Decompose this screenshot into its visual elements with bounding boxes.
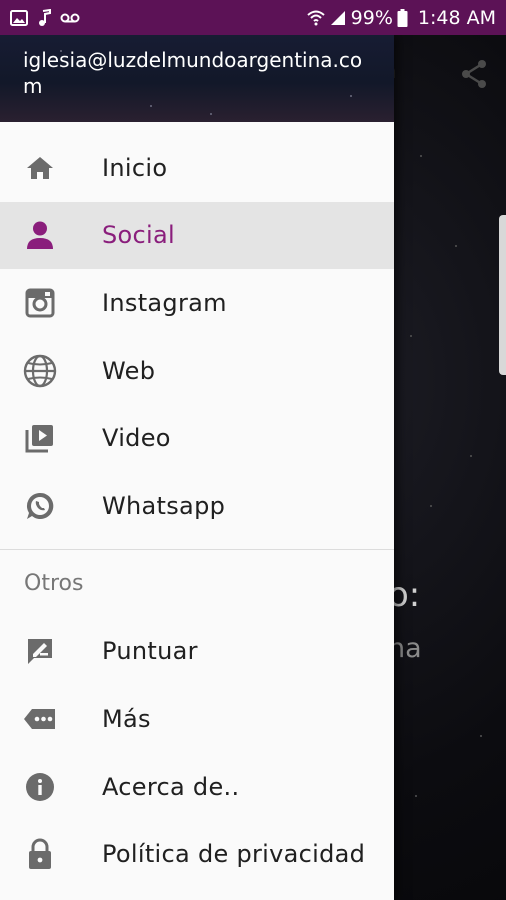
background-scroll-handle[interactable] — [499, 215, 506, 375]
menu-item-label: Más — [102, 704, 151, 733]
whatsapp-icon — [22, 488, 58, 524]
music-note-icon — [37, 8, 51, 27]
rate-review-icon — [22, 633, 58, 669]
lock-icon — [22, 836, 58, 872]
wifi-icon — [306, 10, 325, 26]
drawer-header: iglesia@luzdelmundoargentina.com — [0, 35, 394, 122]
home-icon — [22, 150, 58, 186]
moon-image — [398, 380, 438, 424]
menu-item-label: Acerca de.. — [102, 772, 240, 801]
menu-item-instagram[interactable]: Instagram — [0, 269, 394, 337]
menu-item-label: Inicio — [102, 153, 168, 182]
menu-item-label: Video — [102, 424, 171, 453]
video-library-icon — [22, 420, 58, 456]
share-icon[interactable] — [460, 59, 488, 93]
more-icon — [22, 701, 58, 737]
person-icon — [22, 217, 58, 253]
account-email: iglesia@luzdelmundoargentina.com — [23, 48, 363, 98]
menu-item-label: Social — [102, 221, 175, 250]
menu-item-politica-de-privacidad[interactable]: Política de privacidad — [0, 820, 394, 888]
image-notification-icon — [10, 9, 28, 26]
battery-icon — [397, 8, 408, 27]
navigation-drawer: iglesia@luzdelmundoargentina.com Inicio … — [0, 35, 394, 900]
menu-item-label: Web — [102, 356, 156, 385]
menu-item-social[interactable]: Social — [0, 201, 394, 270]
menu-item-label: Política de privacidad — [102, 840, 366, 869]
menu-item-whatsapp[interactable]: Whatsapp — [0, 472, 394, 540]
menu-item-label: Puntuar — [102, 637, 198, 666]
status-bar: 99% 1:48 AM — [0, 0, 506, 35]
section-header-otros: Otros — [24, 571, 84, 597]
voicemail-icon — [60, 12, 80, 24]
menu-item-puntuar[interactable]: Puntuar — [0, 618, 394, 686]
menu-item-video[interactable]: Video — [0, 404, 394, 472]
menu-item-label: Whatsapp — [102, 491, 226, 520]
drawer-other-menu: Puntuar Más Acerca de.. Política de priv… — [0, 618, 394, 888]
menu-item-mas[interactable]: Más — [0, 685, 394, 753]
menu-item-acerca-de[interactable]: Acerca de.. — [0, 753, 394, 821]
globe-icon — [22, 353, 58, 389]
signal-icon — [329, 10, 347, 26]
menu-item-web[interactable]: Web — [0, 337, 394, 405]
clock: 1:48 AM — [417, 6, 496, 29]
battery-percentage: 99% — [350, 6, 393, 29]
drawer-menu: Inicio Social Instagram Web Video Whatsa… — [0, 122, 394, 540]
menu-item-label: Instagram — [102, 288, 227, 317]
info-icon — [22, 769, 58, 805]
menu-item-inicio[interactable]: Inicio — [0, 134, 394, 202]
instagram-icon — [22, 285, 58, 321]
